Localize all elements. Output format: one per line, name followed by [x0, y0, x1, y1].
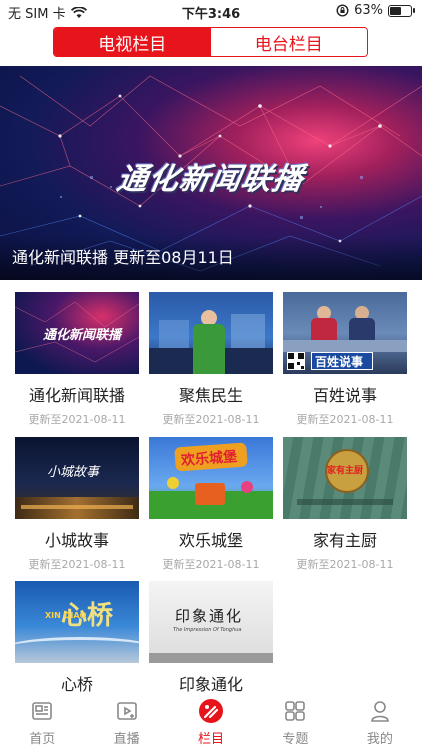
program-card[interactable]: 欢乐城堡 欢乐城堡 更新至2021-08-11 — [149, 437, 273, 572]
program-card[interactable]: 小城故事 小城故事 更新至2021-08-11 — [15, 437, 139, 572]
tab-label: 我的 — [366, 732, 393, 747]
banner-title-art: 通化新闻联播 — [114, 162, 307, 197]
program-title: 百姓说事 — [312, 386, 377, 405]
program-card[interactable]: 家有主厨 家有主厨 更新至2021-08-11 — [283, 437, 407, 572]
rotation-lock-icon — [336, 4, 349, 17]
program-thumbnail: 小城故事 — [15, 437, 139, 519]
channel-type-segmented-control: 电视栏目 电台栏目 — [53, 27, 368, 57]
news-icon — [29, 698, 55, 724]
program-updated: 更新至2021-08-11 — [296, 413, 394, 426]
tab-profile[interactable]: 我的 — [338, 692, 422, 750]
battery-percent: 63% — [354, 3, 383, 18]
thumbnail-title-art: 家有主厨 — [327, 466, 364, 476]
program-title: 家有主厨 — [312, 531, 377, 550]
thumbnail-title-art: 通化新闻联播 — [43, 328, 122, 343]
program-thumbnail — [149, 292, 273, 374]
tab-live[interactable]: 直播 — [84, 692, 168, 750]
banner-caption-bar: 通化新闻联播 更新至08月11日 — [0, 236, 422, 280]
column-icon — [198, 698, 224, 724]
program-card[interactable]: 心桥 XIN QIAO 心桥 — [15, 581, 139, 695]
qr-code-icon — [287, 352, 305, 370]
tab-topics[interactable]: 专题 — [253, 692, 337, 750]
tab-home[interactable]: 首页 — [0, 692, 84, 750]
program-thumbnail: 印象通化 The Impression Of Tonghua — [149, 581, 273, 663]
presenter-body — [193, 324, 225, 374]
program-updated: 更新至2021-08-11 — [28, 558, 126, 571]
tab-label: 栏目 — [198, 732, 225, 747]
program-thumbnail: 通化新闻联播 — [15, 292, 139, 374]
program-thumbnail: 心桥 XIN QIAO — [15, 581, 139, 663]
profile-icon — [367, 698, 393, 724]
program-thumbnail: 百姓说事 — [283, 292, 407, 374]
status-right: 63% — [336, 3, 415, 18]
program-title: 小城故事 — [44, 531, 109, 550]
program-updated: 更新至2021-08-11 — [28, 413, 126, 426]
tab-label: 直播 — [113, 732, 140, 747]
program-updated: 更新至2021-08-11 — [162, 558, 260, 571]
live-tv-icon — [114, 698, 140, 724]
thumbnail-subtitle: XIN QIAO — [45, 611, 87, 620]
thumbnail-title-art: 小城故事 — [47, 465, 100, 480]
program-updated: 更新至2021-08-11 — [296, 558, 394, 571]
program-thumbnail: 家有主厨 — [283, 437, 407, 519]
program-card[interactable]: 通化新闻联播 通化新闻联播 更新至2021-08-11 — [15, 292, 139, 427]
bottom-tab-bar: 首页 直播 栏目 专题 我的 — [0, 692, 422, 750]
program-thumbnail: 欢乐城堡 — [149, 437, 273, 519]
program-card[interactable]: 聚焦民生 更新至2021-08-11 — [149, 292, 273, 427]
tab-columns[interactable]: 栏目 — [169, 692, 253, 750]
thumbnail-title-art: 欢乐城堡 — [180, 449, 238, 469]
program-title: 欢乐城堡 — [178, 531, 243, 550]
tab-radio-programs[interactable]: 电台栏目 — [210, 28, 367, 56]
program-card[interactable]: 印象通化 The Impression Of Tonghua 印象通化 — [149, 581, 273, 695]
tab-label: 专题 — [282, 732, 309, 747]
battery-icon — [388, 4, 415, 17]
banner-caption: 通化新闻联播 更新至08月11日 — [12, 248, 234, 267]
tab-label: 首页 — [29, 732, 56, 747]
battery-level — [390, 6, 401, 15]
program-card[interactable]: 百姓说事 百姓说事 更新至2021-08-11 — [283, 292, 407, 427]
program-title: 聚焦民生 — [178, 386, 243, 405]
topics-icon — [282, 698, 308, 724]
program-title: 通化新闻联播 — [28, 386, 125, 405]
status-bar: 无 SIM 卡 下午3:46 63% — [0, 0, 422, 22]
thumbnail-title-art: 百姓说事 — [315, 355, 364, 369]
featured-banner[interactable]: 通化新闻联播 通化新闻联播 更新至08月11日 — [0, 66, 422, 280]
thumbnail-subtitle: The Impression Of Tonghua — [173, 627, 242, 633]
thumbnail-title-art: 印象通化 — [175, 607, 244, 625]
program-updated: 更新至2021-08-11 — [162, 413, 260, 426]
tab-tv-programs[interactable]: 电视栏目 — [54, 28, 211, 56]
